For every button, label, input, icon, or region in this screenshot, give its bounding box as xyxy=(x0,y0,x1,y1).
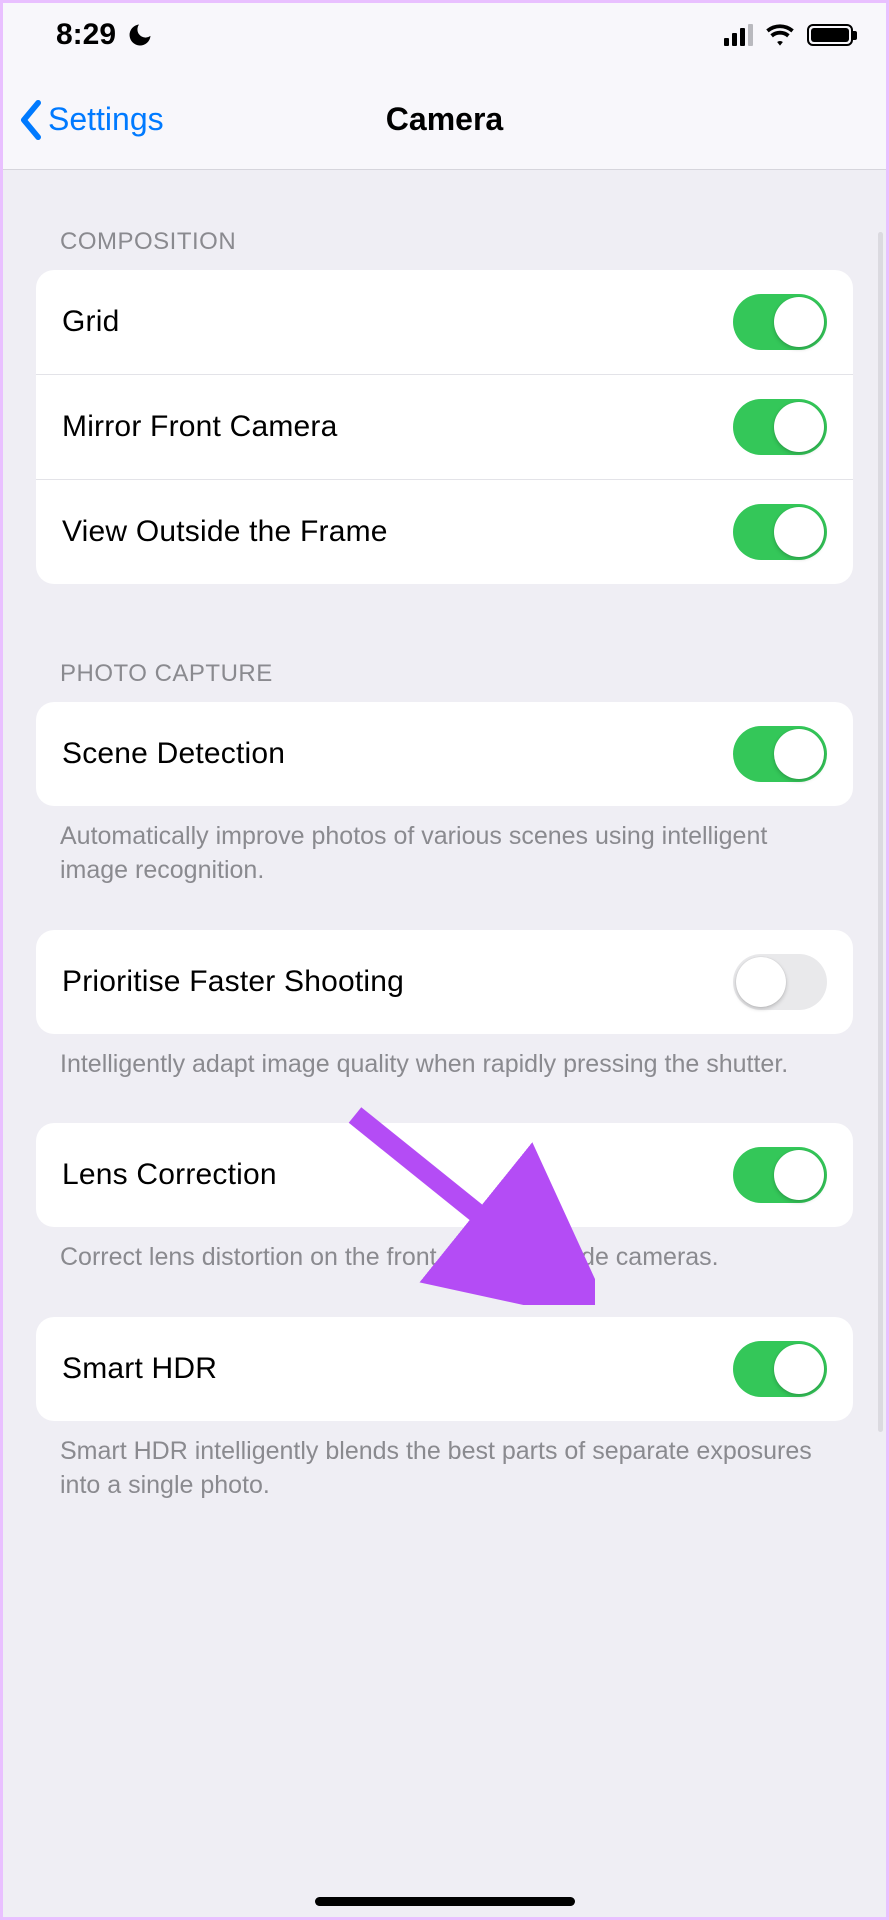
row-label: Scene Detection xyxy=(62,737,285,771)
scroll-indicator xyxy=(878,232,883,1432)
row-prioritise-faster-shooting: Prioritise Faster Shooting xyxy=(36,930,853,1034)
note-prioritise-faster-shooting: Intelligently adapt image quality when r… xyxy=(36,1034,853,1082)
home-indicator xyxy=(315,1897,575,1906)
row-smart-hdr: Smart HDR xyxy=(36,1317,853,1421)
note-smart-hdr: Smart HDR intelligently blends the best … xyxy=(36,1421,853,1503)
group-scene-detection: Scene Detection xyxy=(36,702,853,806)
status-bar: 8:29 xyxy=(0,0,889,70)
row-label: Lens Correction xyxy=(62,1158,277,1192)
row-scene-detection: Scene Detection xyxy=(36,702,853,806)
group-composition: Grid Mirror Front Camera View Outside th… xyxy=(36,270,853,584)
settings-screen: 8:29 Settings Camera COMPOSITION xyxy=(0,0,889,1920)
content-scroll[interactable]: COMPOSITION Grid Mirror Front Camera Vie… xyxy=(0,170,889,1543)
page-title: Camera xyxy=(386,101,503,138)
row-label: Prioritise Faster Shooting xyxy=(62,965,404,999)
section-header-composition: COMPOSITION xyxy=(36,170,853,270)
cellular-signal-icon xyxy=(724,24,753,46)
do-not-disturb-icon xyxy=(126,21,154,49)
row-mirror-front-camera: Mirror Front Camera xyxy=(36,374,853,479)
group-smart-hdr: Smart HDR xyxy=(36,1317,853,1421)
row-label: Mirror Front Camera xyxy=(62,410,338,444)
row-grid: Grid xyxy=(36,270,853,374)
toggle-prioritise-faster-shooting[interactable] xyxy=(733,954,827,1010)
back-label: Settings xyxy=(48,101,164,138)
battery-icon xyxy=(807,24,853,46)
group-lens-correction: Lens Correction xyxy=(36,1123,853,1227)
toggle-mirror-front-camera[interactable] xyxy=(733,399,827,455)
back-button[interactable]: Settings xyxy=(18,70,164,169)
toggle-lens-correction[interactable] xyxy=(733,1147,827,1203)
nav-bar: Settings Camera xyxy=(0,70,889,170)
toggle-scene-detection[interactable] xyxy=(733,726,827,782)
chevron-left-icon xyxy=(18,100,44,140)
group-prioritise-faster-shooting: Prioritise Faster Shooting xyxy=(36,930,853,1034)
toggle-smart-hdr[interactable] xyxy=(733,1341,827,1397)
section-header-photo-capture: PHOTO CAPTURE xyxy=(36,584,853,702)
row-label: View Outside the Frame xyxy=(62,515,388,549)
status-time: 8:29 xyxy=(56,18,116,52)
toggle-grid[interactable] xyxy=(733,294,827,350)
row-lens-correction: Lens Correction xyxy=(36,1123,853,1227)
wifi-icon xyxy=(765,20,795,50)
row-label: Grid xyxy=(62,305,119,339)
toggle-view-outside-frame[interactable] xyxy=(733,504,827,560)
row-view-outside-frame: View Outside the Frame xyxy=(36,479,853,584)
row-label: Smart HDR xyxy=(62,1352,217,1386)
note-lens-correction: Correct lens distortion on the front and… xyxy=(36,1227,853,1275)
note-scene-detection: Automatically improve photos of various … xyxy=(36,806,853,888)
